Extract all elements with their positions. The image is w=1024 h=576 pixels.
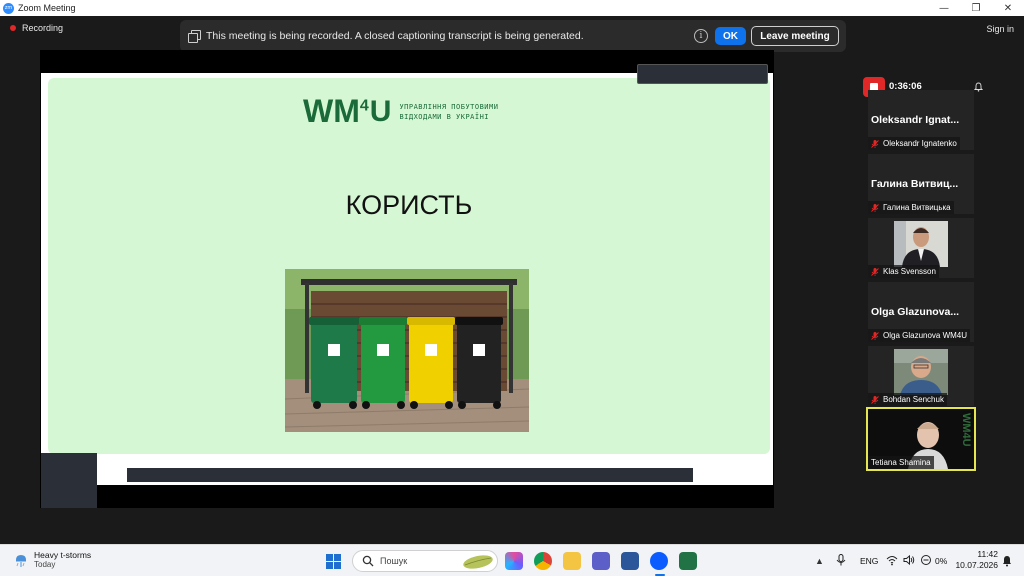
battery-percentage: 0%	[935, 556, 948, 566]
word-icon[interactable]	[621, 552, 639, 570]
participant-display-name: Галина Витвиц...	[871, 178, 959, 190]
wifi-icon[interactable]	[886, 554, 898, 566]
mic-muted-icon	[871, 203, 879, 212]
participant-video-frame	[894, 349, 948, 395]
notification-center-icon[interactable]	[1002, 555, 1012, 567]
participant-name-label: Olga Glazunova WM4U	[883, 331, 968, 340]
app-icon-text: zm	[4, 5, 13, 11]
tray-overflow-chevron-icon[interactable]: ▲	[815, 556, 824, 566]
partner-logos-strip	[127, 468, 693, 482]
recording-dot-icon	[10, 25, 16, 31]
participant-name-label: Bohdan Senchuk	[883, 395, 944, 404]
ok-button[interactable]: OK	[715, 27, 746, 45]
excel-icon[interactable]	[679, 552, 697, 570]
participant-footer: Tetiana Shamina	[868, 456, 934, 469]
weather-title: Heavy t-storms	[34, 550, 92, 560]
clock-time: 11:42	[977, 549, 998, 559]
logo-subtitle-line1: УПРАВЛІННЯ ПОБУТОВИМИ	[399, 102, 499, 111]
slide: WM4 U УПРАВЛІННЯ ПОБУТОВИМИ ВІДХОДАМИ В …	[41, 73, 773, 485]
banner-message: This meeting is being recorded. A closed…	[206, 30, 584, 42]
participant-tile[interactable]: Olga Glazunova... Olga Glazunova WM4U	[868, 282, 974, 342]
search-icon	[362, 555, 374, 567]
waste-bins-image	[285, 269, 529, 432]
participant-display-name: Oleksandr Ignat...	[871, 114, 960, 126]
wm4u-logo: WM4 U УПРАВЛІННЯ ПОБУТОВИМИ ВІДХОДАМИ В …	[303, 93, 498, 130]
participant-name-label: Tetiana Shamina	[871, 458, 931, 467]
participant-tile[interactable]: Oleksandr Ignat... Oleksandr Ignatenko	[868, 90, 974, 150]
participant-name-label: Галина Витвицька	[883, 203, 951, 212]
weather-text: Heavy t-storms Today	[34, 550, 91, 569]
recording-indicator[interactable]: Recording	[10, 23, 63, 33]
participant-tile[interactable]: Галина Витвиц... Галина Витвицька	[868, 154, 974, 214]
copilot-icon[interactable]	[505, 552, 523, 570]
participant-tile[interactable]: Klas Svensson	[868, 218, 974, 278]
shared-screen: WM4 U УПРАВЛІННЯ ПОБУТОВИМИ ВІДХОДАМИ В …	[40, 50, 774, 508]
recording-consent-banner: This meeting is being recorded. A closed…	[180, 20, 846, 52]
window-controls: — ❐ ✕	[928, 0, 1024, 16]
participant-tile[interactable]: Bohdan Senchuk	[868, 346, 974, 406]
participant-video	[894, 349, 948, 395]
participant-footer: Olga Glazunova WM4U	[868, 329, 971, 342]
taskbar-clock[interactable]: 11:42 10.07.2026	[952, 549, 998, 571]
participant-name-label: Klas Svensson	[883, 267, 936, 276]
logo-subtitle-line2: ВІДХОДАМИ В УКРАЇНІ	[399, 112, 490, 121]
zoom-app-icon: zm	[3, 2, 14, 14]
logo-subtitle: УПРАВЛІННЯ ПОБУТОВИМИ ВІДХОДАМИ В УКРАЇН…	[399, 102, 498, 122]
battery-icon[interactable]	[920, 554, 934, 566]
mic-muted-icon	[871, 395, 879, 404]
recording-label: Recording	[22, 23, 64, 33]
wm4u-watermark: WM4U	[960, 413, 972, 447]
presenter-thumbnail	[41, 453, 97, 508]
presenter-name-overlay	[637, 64, 768, 84]
input-language[interactable]: ENG	[860, 556, 878, 566]
teams-icon[interactable]	[592, 552, 610, 570]
search-highlight-icon	[463, 555, 493, 569]
active-speaker-tile[interactable]: WM4U Tetiana Shamina	[866, 407, 976, 471]
file-explorer-icon[interactable]	[563, 552, 581, 570]
meeting-area: Recording Sign in This meeting is being …	[0, 16, 1024, 544]
logo-main-text: WM	[303, 93, 360, 129]
windows-taskbar: Heavy t-storms Today Пошук ▲ ENG 0% 11:4…	[0, 544, 1024, 576]
slide-panel: WM4 U УПРАВЛІННЯ ПОБУТОВИМИ ВІДХОДАМИ В …	[48, 78, 770, 454]
info-icon[interactable]: i	[694, 29, 708, 43]
participant-name-label: Oleksandr Ignatenko	[883, 139, 957, 148]
logo-arrow-icon: U	[369, 94, 392, 128]
volume-icon[interactable]	[903, 554, 915, 566]
slide-heading: КОРИСТЬ	[345, 190, 473, 220]
waste-bins-photo	[285, 269, 529, 432]
clock-date: 10.07.2026	[955, 560, 998, 570]
participant-display-name: Olga Glazunova...	[871, 306, 960, 318]
logo-mark: WM4	[303, 93, 369, 130]
participant-video-frame	[894, 221, 948, 267]
screen: zm Zoom Meeting — ❐ ✕ Recording Sign in …	[0, 0, 1024, 576]
search-placeholder: Пошук	[380, 556, 408, 566]
weather-subtitle: Today	[34, 560, 56, 569]
window-titlebar: zm Zoom Meeting — ❐ ✕	[0, 0, 1024, 16]
participant-footer: Галина Витвицька	[868, 201, 954, 214]
weather-widget[interactable]: Heavy t-storms Today	[12, 550, 91, 569]
leave-meeting-button[interactable]: Leave meeting	[751, 26, 839, 46]
close-button[interactable]: ✕	[992, 0, 1024, 16]
notification-bell-icon[interactable]	[974, 82, 983, 92]
participant-footer: Klas Svensson	[868, 265, 939, 278]
taskbar-search[interactable]: Пошук	[352, 550, 498, 572]
zoom-taskbar-icon[interactable]	[650, 552, 668, 570]
signin-link[interactable]: Sign in	[986, 24, 1014, 34]
minimize-button[interactable]: —	[928, 0, 960, 16]
windows-start-icon[interactable]	[326, 554, 341, 569]
participant-video	[894, 221, 948, 267]
participant-footer: Oleksandr Ignatenko	[868, 137, 960, 150]
copy-icon	[188, 30, 201, 43]
storm-cloud-icon	[16, 554, 26, 567]
maximize-button[interactable]: ❐	[960, 0, 992, 16]
mic-muted-icon	[871, 267, 879, 276]
participant-footer: Bohdan Senchuk	[868, 393, 947, 406]
chrome-icon[interactable]	[534, 552, 552, 570]
mic-muted-icon	[871, 139, 879, 148]
window-title: Zoom Meeting	[18, 3, 76, 13]
microphone-icon[interactable]	[836, 554, 846, 566]
mic-muted-icon	[871, 331, 879, 340]
logo-sup-text: 4	[359, 97, 369, 115]
